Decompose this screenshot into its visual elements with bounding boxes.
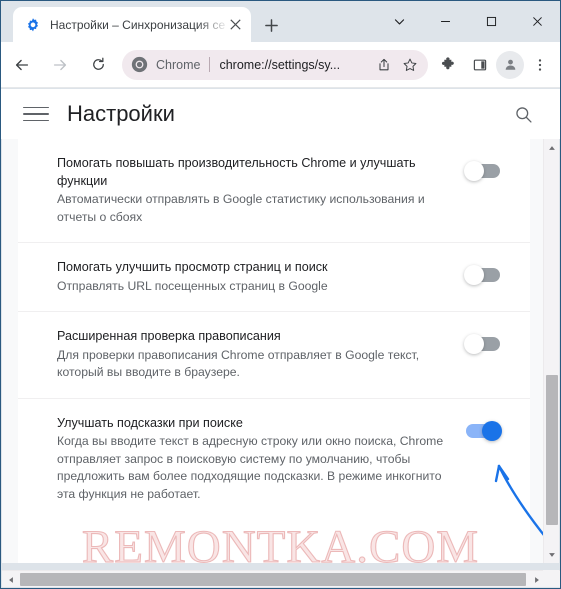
title-bar: Настройки – Синхронизация се [1, 1, 560, 42]
star-icon[interactable] [398, 53, 422, 77]
settings-content: Помогать повышать производительность Chr… [2, 139, 546, 563]
omnibox-site-label: Chrome [156, 57, 201, 72]
row-title: Помогать улучшить просмотр страниц и пои… [57, 260, 328, 274]
scrollbar-corner [543, 570, 559, 587]
share-icon[interactable] [372, 53, 396, 77]
address-bar[interactable]: Chrome chrome://settings/sy... [122, 49, 428, 80]
reload-icon[interactable] [81, 48, 115, 82]
search-icon[interactable] [510, 101, 536, 127]
browser-tab[interactable]: Настройки – Синхронизация се [13, 7, 251, 42]
row-subtitle: Отправлять URL посещенных страниц в Goog… [57, 278, 328, 293]
settings-header: Настройки [1, 89, 560, 139]
row-subtitle: Для проверки правописания Chrome отправл… [57, 347, 420, 380]
row-title: Улучшать подсказки при поиске [57, 415, 243, 430]
close-icon[interactable] [514, 1, 560, 42]
back-arrow-icon[interactable] [5, 48, 39, 82]
row-text-block: Улучшать подсказки при поиске Когда вы в… [57, 415, 466, 504]
toggle-knob [464, 334, 484, 354]
vertical-scrollbar-thumb[interactable] [546, 375, 558, 525]
puzzle-icon[interactable] [434, 50, 464, 80]
vertical-scrollbar[interactable] [543, 139, 559, 563]
row-text-block: Помогать улучшить просмотр страниц и пои… [57, 259, 466, 295]
toggle-knob [464, 265, 484, 285]
settings-row[interactable]: Улучшать подсказки при поиске Когда вы в… [18, 399, 530, 520]
settings-gear-favicon-icon [25, 17, 41, 33]
scroll-up-arrow-icon[interactable] [544, 139, 560, 156]
toggle-switch-browsing[interactable] [464, 265, 500, 285]
toggle-knob [482, 420, 502, 441]
row-text-block: Расширенная проверка правописания Для пр… [57, 328, 466, 382]
forward-arrow-icon[interactable] [43, 48, 77, 82]
row-text-block: Помогать повышать производительность Chr… [57, 155, 466, 226]
tab-close-icon[interactable] [225, 15, 245, 35]
minimize-icon[interactable] [422, 1, 468, 42]
settings-row[interactable]: Помогать улучшить просмотр страниц и пои… [18, 243, 530, 312]
browser-toolbar: Chrome chrome://settings/sy... [1, 42, 560, 88]
three-dots-menu-icon[interactable] [526, 50, 554, 80]
window-controls [376, 1, 560, 42]
omnibox-separator [209, 57, 211, 72]
profile-avatar[interactable] [496, 50, 524, 79]
settings-card: Помогать повышать производительность Chr… [18, 139, 530, 563]
page-title: Настройки [67, 101, 175, 126]
hamburger-icon[interactable] [23, 102, 49, 126]
toggle-knob [464, 161, 484, 181]
row-subtitle: Автоматически отправлять в Google статис… [57, 192, 425, 224]
watermark: REMONTKA.COM [81, 520, 480, 573]
horizontal-scrollbar-thumb[interactable] [20, 573, 526, 586]
row-title: Расширенная проверка правописания [57, 329, 281, 343]
tab-search-chevron-down-icon[interactable] [376, 1, 422, 42]
row-subtitle: Когда вы вводите текст в адресную строку… [57, 434, 444, 501]
row-title: Помогать повышать производительность Chr… [57, 156, 416, 188]
new-tab-button[interactable] [259, 13, 283, 37]
toggle-switch-spellcheck[interactable] [464, 334, 500, 354]
chrome-logo-icon [131, 56, 148, 73]
toggle-switch-search-suggestions[interactable] [466, 420, 502, 441]
tab-title: Настройки – Синхронизация се [50, 17, 225, 32]
browser-window: Настройки – Синхронизация се Chrome chro… [0, 0, 561, 589]
scroll-down-arrow-icon[interactable] [544, 546, 560, 563]
horizontal-scrollbar[interactable] [2, 570, 560, 588]
scroll-left-arrow-icon[interactable] [2, 571, 19, 588]
omnibox-url-text[interactable]: chrome://settings/sy... [219, 58, 370, 72]
settings-row[interactable]: Расширенная проверка правописания Для пр… [18, 312, 530, 399]
side-panel-icon[interactable] [465, 50, 495, 80]
toggle-switch-performance[interactable] [464, 161, 500, 181]
settings-row[interactable]: Помогать повышать производительность Chr… [18, 139, 530, 243]
maximize-icon[interactable] [468, 1, 514, 42]
